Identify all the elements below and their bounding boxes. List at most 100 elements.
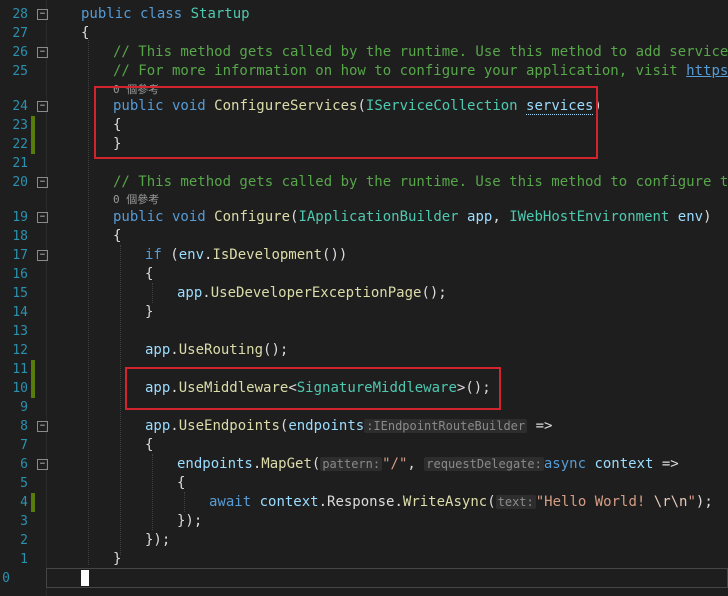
gutter-row: 1 [0,550,728,569]
code-line-7[interactable]: { [145,436,153,455]
code-line-25[interactable]: // For more information on how to config… [113,62,728,81]
code-line-27[interactable]: { [81,24,89,43]
gutter-row: 14 [0,303,728,322]
line-number: 21 [12,156,28,171]
variable: app [177,285,203,301]
line-number: 10 [12,381,28,396]
string-literal: "Hello World! [535,494,654,510]
indent-guide [152,454,153,530]
code-line-18[interactable]: { [113,227,121,246]
change-marker [31,116,35,135]
escape-sequence: \r\n [653,494,688,510]
inlay-hint: pattern: [320,457,383,471]
collapse-icon[interactable]: − [37,250,48,261]
line-number: 20 [12,175,28,190]
brace: } [145,304,154,320]
paren: ( [161,247,179,263]
line-number: 4 [20,495,28,510]
collapse-icon[interactable]: − [37,421,48,432]
line-number: 25 [12,64,28,79]
code-line-2[interactable]: }); [145,531,170,550]
string-literal: "/" [382,456,408,472]
indent-guide [184,492,185,512]
code-line-8[interactable]: app.UseEndpoints(endpoints:IEndpointRout… [145,417,552,436]
code-line-5[interactable]: { [177,474,185,493]
line-number: 17 [12,248,28,263]
gutter-row: 5 [0,474,728,493]
collapse-icon[interactable]: − [37,177,48,188]
paren: ()) [322,247,348,263]
highlight-box-usemiddleware [125,367,501,410]
comment: // This method gets called by the runtim… [113,44,728,60]
comment-link[interactable]: https://g [686,63,728,79]
code-line-16[interactable]: { [145,265,153,284]
code-line-26[interactable]: // This method gets called by the runtim… [113,43,728,62]
gutter-row: 18 [0,227,728,246]
member-access: .Response. [318,494,403,510]
arrow: => [653,456,679,472]
collapse-icon[interactable]: − [37,9,48,20]
change-marker [31,360,35,379]
comment: // This method gets called by the runtim… [113,174,728,190]
line-number: 9 [20,400,28,415]
comma: , [492,209,510,225]
code-line-17[interactable]: if (env.IsDevelopment()) [145,246,347,265]
parameter: context [251,494,319,510]
brace: { [177,475,186,491]
collapse-icon[interactable]: − [37,47,48,58]
gutter-row: 3 [0,512,728,531]
code-line-15[interactable]: app.UseDeveloperExceptionPage(); [177,284,447,303]
gutter-row: 16 [0,265,728,284]
arrow: => [527,418,553,434]
method-name: Configure [214,209,291,225]
line-number: 19 [12,210,28,225]
gutter-row: 7 [0,436,728,455]
line-number: 1 [20,552,28,567]
call-end: (); [421,285,447,301]
parameter: app [467,209,493,225]
code-line-28[interactable]: public class Startup [81,5,250,24]
method-name: MapGet [261,456,312,472]
type-name: IWebHostEnvironment [509,209,670,225]
line-number: 18 [12,229,28,244]
code-line-6[interactable]: endpoints.MapGet(pattern: "/", requestDel… [177,455,679,474]
indent-guide [88,40,89,565]
line-number: 8 [20,419,28,434]
code-line-20[interactable]: // This method gets called by the runtim… [113,173,728,192]
parameter: context [586,456,654,472]
code-line-3[interactable]: }); [177,512,202,531]
keyword: public void [113,209,206,225]
collapse-icon[interactable]: − [37,101,48,112]
keyword: if [145,247,162,263]
comment: // For more information on how to config… [113,63,687,79]
line-number: 12 [12,343,28,358]
line-number: 5 [20,476,28,491]
line-number: 15 [12,286,28,301]
parameter: endpoints [288,418,365,434]
line-number: 16 [12,267,28,282]
collapse-icon[interactable]: − [37,459,48,470]
gutter-row: 17− [0,246,728,265]
comma: , [407,456,425,472]
code-line-12[interactable]: app.UseRouting(); [145,341,288,360]
code-line-19[interactable]: public void Configure(IApplicationBuilde… [113,208,712,227]
line-number: 14 [12,305,28,320]
code-line-4[interactable]: await context.Response.WriteAsync(text: "… [209,493,713,512]
call-end: ); [695,494,713,510]
code-line-14[interactable]: } [145,303,153,322]
code-line-1[interactable]: } [113,550,121,569]
codelens-references[interactable]: 0 個參考 [113,192,159,208]
paren: ) [703,209,712,225]
collapse-icon[interactable]: − [37,212,48,223]
line-number: 7 [20,438,28,453]
brace: { [145,266,154,282]
line-number: 28 [12,7,28,22]
change-marker [31,379,35,398]
indent-guide [120,245,121,555]
indent-guide [152,283,153,303]
type-name: IApplicationBuilder [298,209,459,225]
line-number: 27 [12,26,28,41]
brace: { [145,437,154,453]
gutter-row: 13 [0,322,728,341]
highlight-box-configureservices [94,86,598,159]
